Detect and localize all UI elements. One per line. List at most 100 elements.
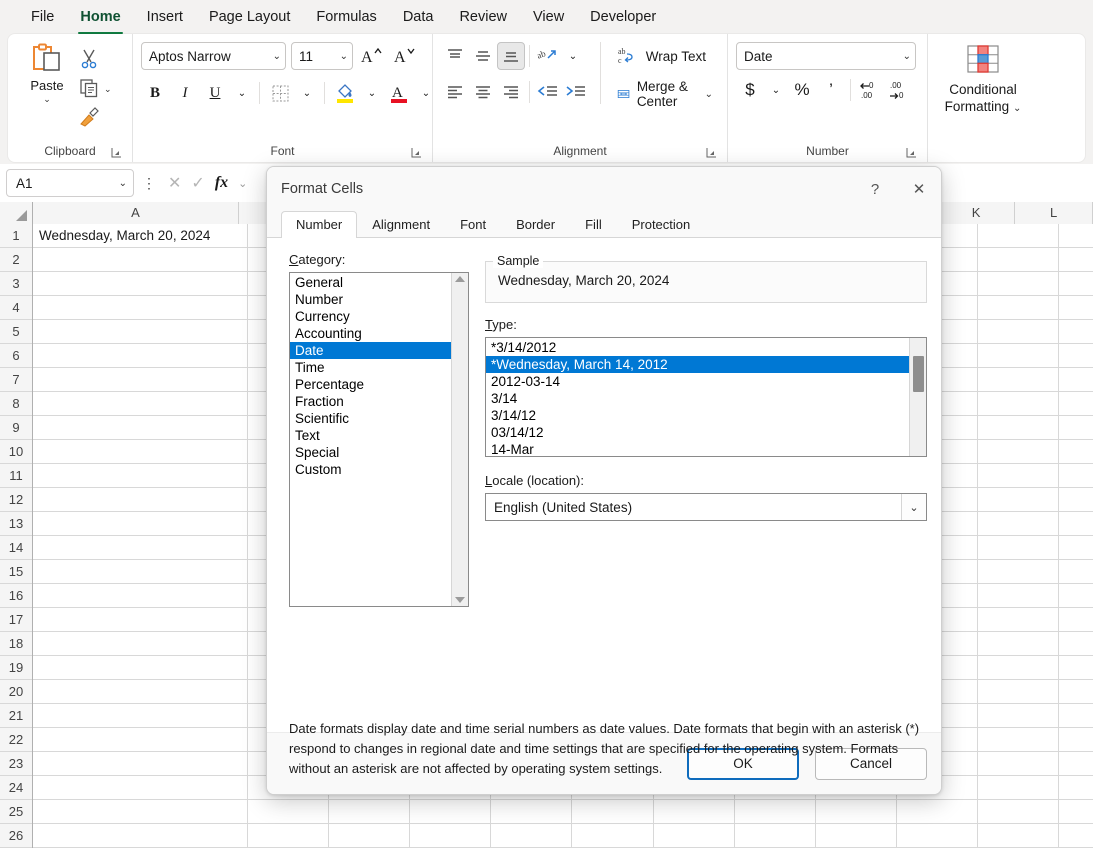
cell-L24[interactable]	[1059, 776, 1093, 799]
ribbon-tab-review[interactable]: Review	[446, 4, 520, 30]
cell-A14[interactable]	[33, 536, 248, 559]
tab-alignment[interactable]: Alignment	[357, 211, 445, 238]
cell-A9[interactable]	[33, 416, 248, 439]
close-icon[interactable]: ✕	[897, 168, 941, 210]
category-item-time[interactable]: Time	[290, 359, 451, 376]
column-header-K[interactable]: K	[937, 202, 1016, 224]
cell-L4[interactable]	[1059, 296, 1093, 319]
category-item-scientific[interactable]: Scientific	[290, 410, 451, 427]
tab-fill[interactable]: Fill	[570, 211, 617, 238]
chevron-down-icon[interactable]: ⌄	[701, 89, 713, 100]
cell-L2[interactable]	[1059, 248, 1093, 271]
help-icon[interactable]: ?	[853, 168, 897, 210]
copy-dropdown-chevron-icon[interactable]: ⌄	[104, 85, 112, 94]
cell-L7[interactable]	[1059, 368, 1093, 391]
cell-I25[interactable]	[816, 800, 897, 823]
cell-K7[interactable]	[978, 368, 1059, 391]
align-bottom-button[interactable]	[497, 42, 525, 70]
cell-I26[interactable]	[816, 824, 897, 847]
cell-K19[interactable]	[978, 656, 1059, 679]
decrease-indent-button[interactable]	[534, 78, 562, 106]
comma-format-button[interactable]: ’	[817, 76, 845, 104]
cell-F25[interactable]	[572, 800, 654, 823]
type-item-0[interactable]: *3/14/2012	[486, 339, 909, 356]
increase-font-size-button[interactable]: A	[358, 42, 386, 70]
cell-K2[interactable]	[978, 248, 1059, 271]
cell-A5[interactable]	[33, 320, 248, 343]
category-item-fraction[interactable]: Fraction	[290, 393, 451, 410]
row-header-12[interactable]: 12	[0, 488, 32, 512]
type-item-2[interactable]: 2012-03-14	[486, 373, 909, 390]
category-item-number[interactable]: Number	[290, 291, 451, 308]
cut-button[interactable]	[78, 46, 100, 72]
decrease-font-size-button[interactable]: A	[391, 42, 419, 70]
cell-L14[interactable]	[1059, 536, 1093, 559]
tab-protection[interactable]: Protection	[617, 211, 706, 238]
cell-L12[interactable]	[1059, 488, 1093, 511]
cell-K23[interactable]	[978, 752, 1059, 775]
name-box[interactable]: A1 ⌄	[6, 169, 134, 197]
cell-K17[interactable]	[978, 608, 1059, 631]
cell-A4[interactable]	[33, 296, 248, 319]
cell-L19[interactable]	[1059, 656, 1093, 679]
cell-K4[interactable]	[978, 296, 1059, 319]
type-item-3[interactable]: 3/14	[486, 390, 909, 407]
cell-L22[interactable]	[1059, 728, 1093, 751]
cell-K22[interactable]	[978, 728, 1059, 751]
cell-A17[interactable]	[33, 608, 248, 631]
format-painter-button[interactable]	[78, 104, 100, 130]
category-item-percentage[interactable]: Percentage	[290, 376, 451, 393]
ribbon-tab-insert[interactable]: Insert	[134, 4, 196, 30]
cell-K10[interactable]	[978, 440, 1059, 463]
formula-bar-more-icon[interactable]: ⋮	[140, 175, 158, 192]
ribbon-tab-data[interactable]: Data	[390, 4, 447, 30]
ribbon-tab-file[interactable]: File	[18, 4, 67, 30]
chevron-down-icon[interactable]: ⌄	[1013, 103, 1021, 114]
row-header-2[interactable]: 2	[0, 248, 32, 272]
row-header-1[interactable]: 1	[0, 224, 32, 248]
cell-D26[interactable]	[410, 824, 491, 847]
category-item-general[interactable]: General	[290, 274, 451, 291]
cell-L21[interactable]	[1059, 704, 1093, 727]
font-size-combobox[interactable]: 11 ⌄	[291, 42, 353, 70]
conditional-formatting-button[interactable]: Conditional Formatting ⌄	[945, 40, 1021, 117]
cell-K26[interactable]	[978, 824, 1059, 847]
cell-A24[interactable]	[33, 776, 248, 799]
cell-A10[interactable]	[33, 440, 248, 463]
type-item-5[interactable]: 03/14/12	[486, 424, 909, 441]
cell-A18[interactable]	[33, 632, 248, 655]
category-item-accounting[interactable]: Accounting	[290, 325, 451, 342]
decrease-decimal-button[interactable]: .00 0	[885, 76, 913, 104]
cell-J25[interactable]	[897, 800, 978, 823]
cell-K20[interactable]	[978, 680, 1059, 703]
cell-L13[interactable]	[1059, 512, 1093, 535]
row-header-6[interactable]: 6	[0, 344, 32, 368]
cell-K3[interactable]	[978, 272, 1059, 295]
cell-K18[interactable]	[978, 632, 1059, 655]
type-item-6[interactable]: 14-Mar	[486, 441, 909, 456]
wrap-text-button[interactable]: ab c Wrap Text	[611, 42, 719, 70]
cell-K24[interactable]	[978, 776, 1059, 799]
accounting-dropdown-button[interactable]: ⌄	[765, 76, 787, 104]
cell-G25[interactable]	[654, 800, 735, 823]
cell-L15[interactable]	[1059, 560, 1093, 583]
cell-L25[interactable]	[1059, 800, 1093, 823]
scroll-down-arrow-icon[interactable]	[455, 597, 465, 603]
cell-G26[interactable]	[654, 824, 735, 847]
cell-K25[interactable]	[978, 800, 1059, 823]
cell-L26[interactable]	[1059, 824, 1093, 847]
row-header-18[interactable]: 18	[0, 632, 32, 656]
cell-K14[interactable]	[978, 536, 1059, 559]
font-dialog-launcher[interactable]	[411, 147, 422, 158]
cell-E25[interactable]	[491, 800, 572, 823]
cell-A2[interactable]	[33, 248, 248, 271]
underline-button[interactable]: U	[201, 79, 229, 107]
ribbon-tab-home[interactable]: Home	[67, 4, 133, 34]
font-name-combobox[interactable]: Aptos Narrow ⌄	[141, 42, 286, 70]
align-middle-button[interactable]	[469, 42, 497, 70]
align-center-button[interactable]	[469, 78, 497, 106]
category-item-text[interactable]: Text	[290, 427, 451, 444]
paste-button[interactable]: Paste ⌄	[16, 40, 78, 104]
row-header-22[interactable]: 22	[0, 728, 32, 752]
cell-C25[interactable]	[329, 800, 410, 823]
